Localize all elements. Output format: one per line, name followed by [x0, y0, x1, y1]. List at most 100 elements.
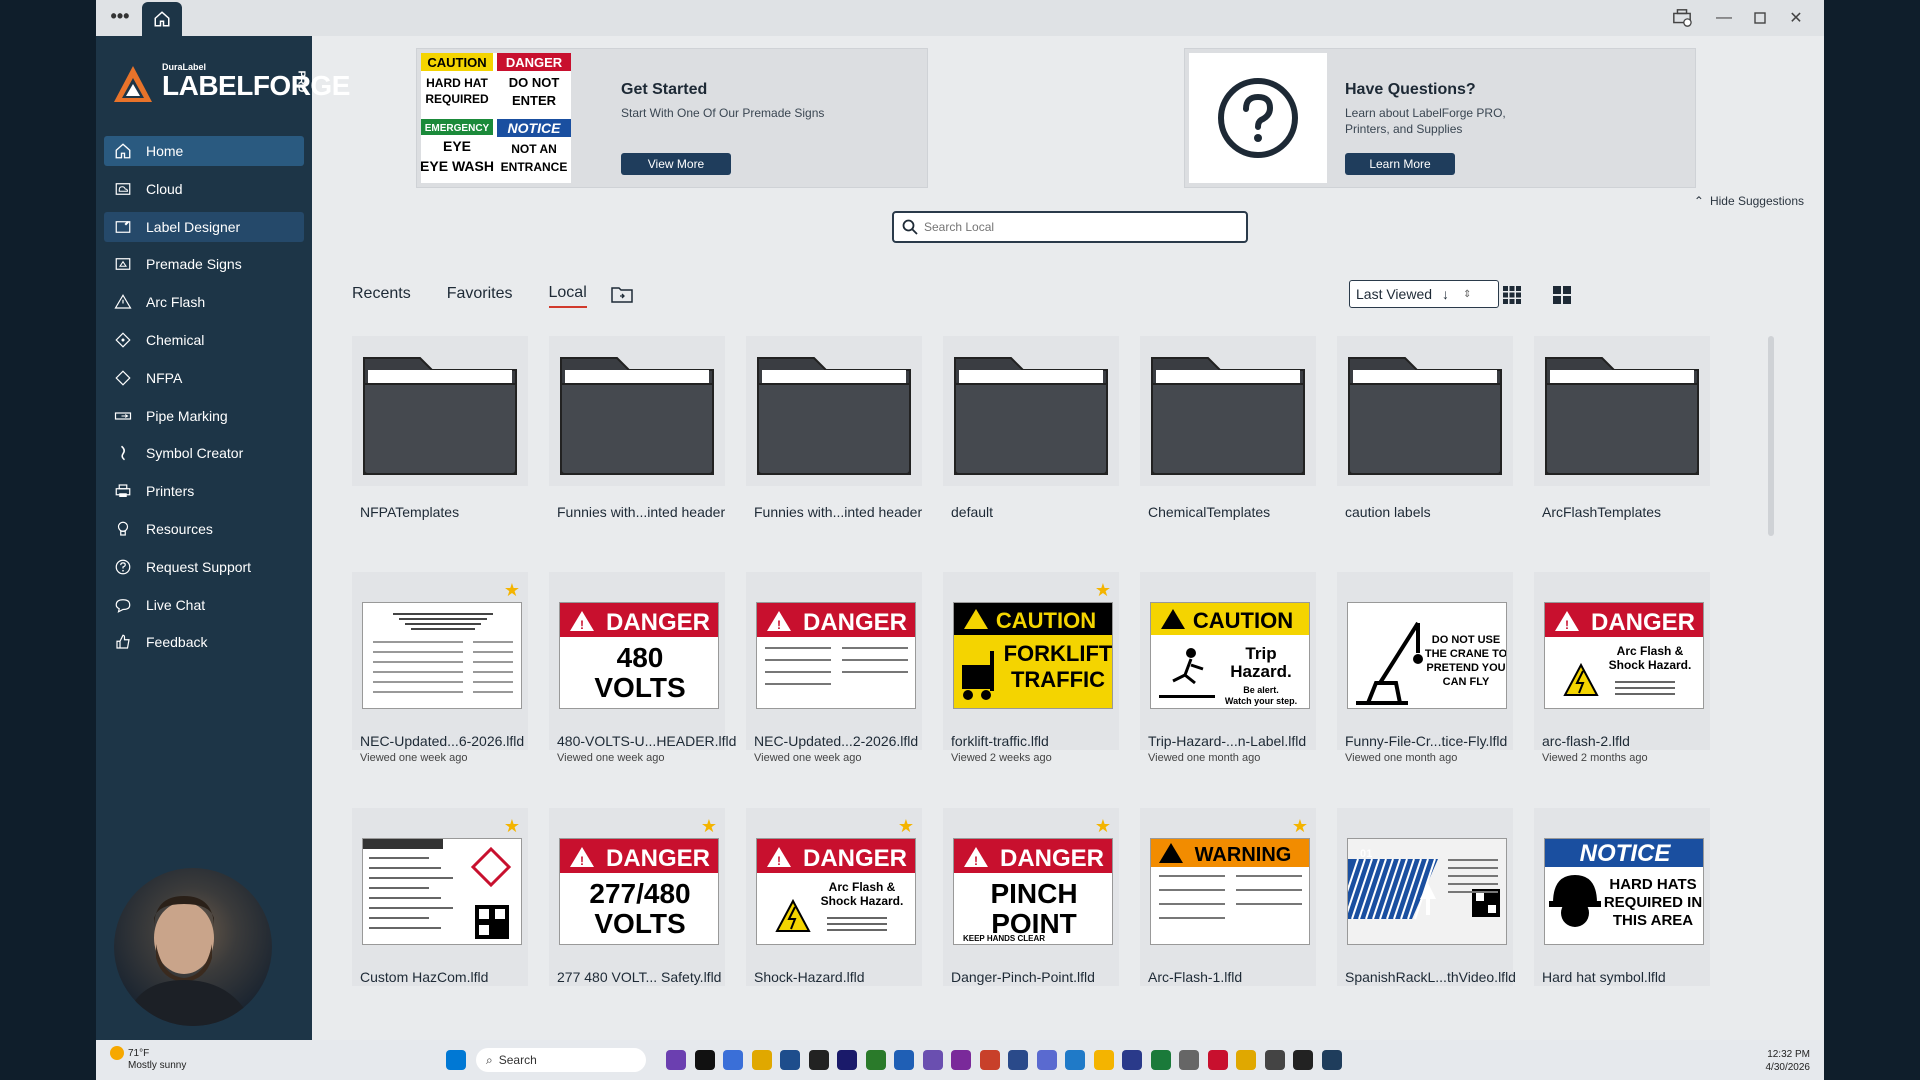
sidebar-item-label: Request Support [146, 558, 252, 575]
folder-icon [757, 357, 911, 475]
taskbar-app-icon[interactable] [694, 1050, 715, 1070]
search-bar[interactable] [892, 211, 1248, 243]
favorite-star-icon[interactable]: ★ [1292, 816, 1308, 837]
taskbar-app-icon[interactable] [780, 1050, 800, 1070]
svg-text:EYE: EYE [443, 138, 471, 154]
taskbar-app-icon[interactable] [1093, 1050, 1114, 1070]
file-thumbnail[interactable]: CAUTION FORKLIFT TRAFFIC [953, 602, 1113, 709]
sidebar-item-label: Cloud [146, 180, 183, 197]
sidebar-item-feedback[interactable]: Feedback [104, 627, 304, 657]
favorite-star-icon[interactable]: ★ [1095, 816, 1111, 837]
taskbar-app-icon[interactable] [1179, 1050, 1199, 1070]
favorite-star-icon[interactable]: ★ [504, 816, 520, 837]
sidebar-item-home[interactable]: Home [104, 136, 304, 166]
file-thumbnail[interactable] [362, 838, 522, 945]
view-more-button[interactable]: View More [621, 153, 731, 175]
favorite-star-icon[interactable]: ★ [701, 816, 717, 837]
taskbar-app-icon[interactable] [1122, 1050, 1142, 1070]
close-icon[interactable]: ✕ [1782, 6, 1810, 30]
taskbar-app-icon[interactable] [1264, 1050, 1285, 1070]
sort-dropdown[interactable]: Last Viewed ↓ ⇕ [1349, 280, 1499, 308]
taskbar-app-icon[interactable] [922, 1050, 943, 1070]
sidebar-item-pipe-marking[interactable]: Pipe Marking [104, 401, 304, 431]
tab-local[interactable]: Local [548, 284, 587, 308]
taskbar-app-icon[interactable] [837, 1050, 857, 1070]
chat-icon [115, 598, 131, 613]
file-thumbnail[interactable]: ! DANGER 480 VOLTS [559, 602, 719, 709]
search-input[interactable] [924, 220, 1224, 234]
sidebar-item-chemical[interactable]: Chemical [104, 325, 304, 355]
file-name: 480-VOLTS-U...HEADER.lfld [557, 733, 737, 749]
chevron-updown-icon[interactable]: ⇕ [1463, 289, 1471, 300]
folder-icon [1151, 357, 1305, 475]
small-grid-view-icon[interactable] [1499, 282, 1525, 308]
favorite-star-icon[interactable]: ★ [898, 816, 914, 837]
tab-recents[interactable]: Recents [352, 285, 411, 307]
start-icon[interactable] [446, 1050, 466, 1070]
favorite-star-icon[interactable]: ★ [1095, 580, 1111, 601]
taskbar-app-icon[interactable] [951, 1050, 971, 1070]
file-thumbnail[interactable]: DO NOT USE THE CRANE TO PRETEND YOU CAN FLY [1347, 602, 1507, 709]
taskbar-app-icon[interactable] [1150, 1050, 1171, 1070]
taskbar-app-icon[interactable] [894, 1050, 914, 1070]
svg-text:!: ! [580, 618, 584, 632]
file-thumbnail[interactable]: 01 [1347, 838, 1507, 945]
file-thumbnail[interactable]: ! DANGER PINCH POINT KEEP HANDS CLEAR [953, 838, 1113, 945]
sidebar-item-premade-signs[interactable]: Premade Signs [104, 249, 304, 279]
clock[interactable]: 12:32 PM 4/30/2026 [1766, 1048, 1811, 1074]
folder-icon [363, 357, 517, 475]
file-thumbnail[interactable] [362, 602, 522, 709]
taskbar-app-icon[interactable] [865, 1050, 886, 1070]
minimize-icon[interactable]: — [1710, 6, 1738, 30]
weather-widget[interactable]: 71°F Mostly sunny [110, 1046, 186, 1071]
chevron-up-icon: ⌃ [1693, 194, 1704, 208]
tab-favorites[interactable]: Favorites [447, 285, 513, 307]
taskbar-app-icon[interactable] [1293, 1050, 1313, 1070]
file-thumbnail[interactable]: ! DANGER 277/480 VOLTS [559, 838, 719, 945]
arrow-down-icon[interactable]: ↓ [1442, 286, 1449, 302]
file-thumbnail[interactable]: ! DANGER Arc Flash & Shock Hazard. [756, 838, 916, 945]
taskbar-app-icon[interactable] [666, 1050, 686, 1070]
taskbar-app-icon[interactable] [1065, 1050, 1085, 1070]
scrollbar[interactable] [1768, 336, 1774, 536]
file-thumbnail[interactable]: CAUTION Trip Hazard. Be alert. Watch your st… [1150, 602, 1310, 709]
taskbar-app-icon[interactable] [1236, 1050, 1256, 1070]
home-tab[interactable] [142, 2, 182, 36]
large-grid-view-icon[interactable] [1549, 282, 1575, 308]
file-thumbnail[interactable]: NOTICE HARD HATS REQUIRED IN THIS AREA [1544, 838, 1704, 945]
sidebar-item-nfpa[interactable]: NFPA [104, 363, 304, 393]
sun-icon [110, 1046, 124, 1060]
file-thumbnail[interactable]: ! DANGER [756, 602, 916, 709]
taskbar-app-icon[interactable] [1207, 1050, 1228, 1070]
learn-more-button[interactable]: Learn More [1345, 153, 1455, 175]
file-name: NEC-Updated...2-2026.lfld [754, 733, 919, 749]
folder-icon [954, 357, 1108, 475]
sidebar-item-request-support[interactable]: Request Support [104, 552, 304, 582]
sidebar-item-cloud[interactable]: Cloud [104, 174, 304, 204]
taskbar-app-icon[interactable] [808, 1050, 829, 1070]
favorite-star-icon[interactable]: ★ [504, 580, 520, 601]
taskbar-app-icon[interactable] [751, 1050, 772, 1070]
sidebar-item-arc-flash[interactable]: Arc Flash [104, 287, 304, 317]
taskbar-app-icon[interactable] [1036, 1050, 1057, 1070]
file-thumbnail[interactable]: WARNING [1150, 838, 1310, 945]
sidebar-item-live-chat[interactable]: Live Chat [104, 590, 304, 620]
question-icon [1189, 53, 1327, 183]
hide-suggestions-button[interactable]: ⌃ Hide Suggestions [1694, 194, 1804, 208]
taskbar-app-icon[interactable] [979, 1050, 1000, 1070]
svg-text:Trip: Trip [1245, 644, 1276, 663]
taskbar-app-icon[interactable] [1321, 1050, 1342, 1070]
sidebar-item-resources[interactable]: Resources [104, 514, 304, 544]
sidebar-item-symbol-creator[interactable]: Symbol Creator [104, 438, 304, 468]
sidebar-item-label-designer[interactable]: Label Designer [104, 211, 304, 242]
printer-status-icon[interactable] [1668, 6, 1696, 30]
open-folder-icon[interactable] [611, 285, 633, 308]
taskbar-app-icon[interactable] [1008, 1050, 1028, 1070]
file-thumbnail[interactable]: ! DANGER Arc Flash & Shock Hazard. [1544, 602, 1704, 709]
more-dots-icon[interactable]: ••• [106, 6, 134, 30]
maximize-icon[interactable] [1746, 6, 1774, 30]
taskbar-search[interactable]: ⌕ Search [476, 1048, 646, 1072]
taskbar-app-icon[interactable] [723, 1050, 743, 1070]
svg-text:KEEP HANDS CLEAR: KEEP HANDS CLEAR [963, 934, 1045, 943]
sidebar-item-printers[interactable]: Printers [104, 476, 304, 506]
